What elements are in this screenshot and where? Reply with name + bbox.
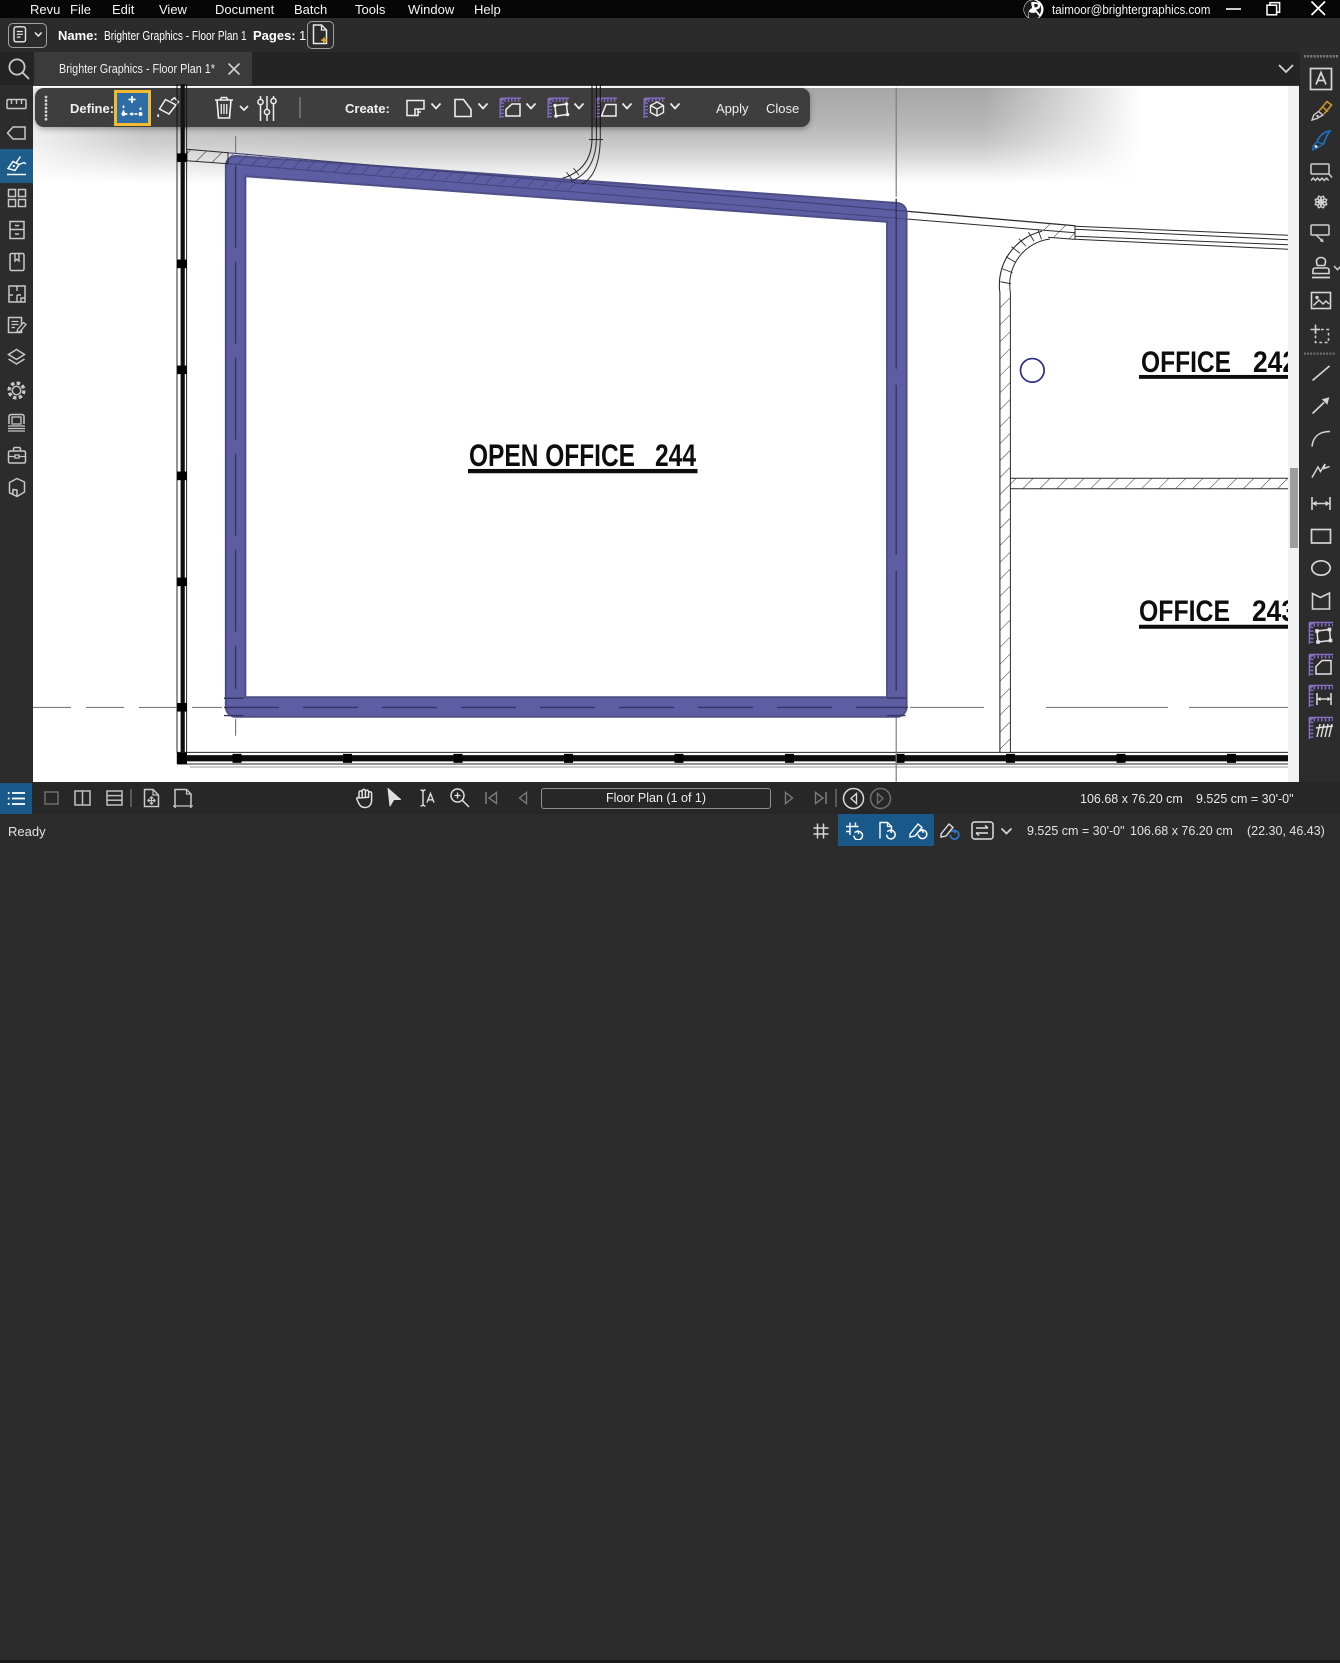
svg-text:243: 243	[1252, 594, 1288, 627]
svg-text:244: 244	[655, 436, 696, 472]
svg-text:OPEN OFFICE: OPEN OFFICE	[469, 436, 635, 472]
svg-text:242: 242	[1253, 345, 1288, 378]
svg-text:OFFICE: OFFICE	[1139, 594, 1230, 627]
svg-text:OFFICE: OFFICE	[1141, 345, 1231, 378]
